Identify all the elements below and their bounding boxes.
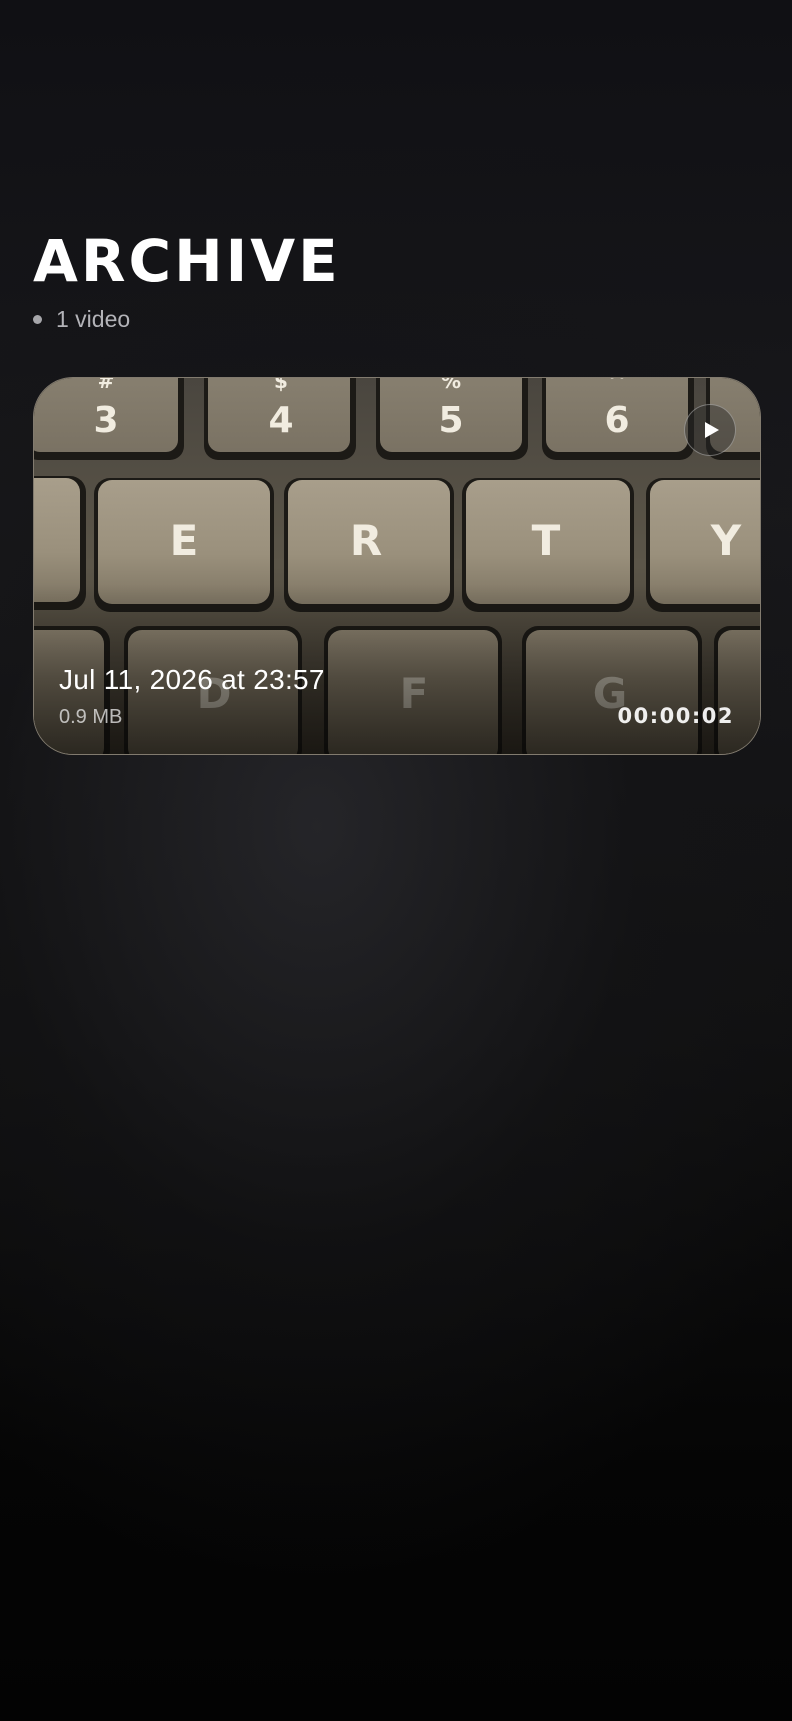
key-legend: 5 — [438, 400, 463, 441]
key-legend: T — [532, 516, 561, 565]
key-legend: $ — [274, 378, 288, 393]
video-duration: 00:00:02 — [617, 704, 734, 728]
key-legend: ^ — [609, 378, 626, 393]
thumb-top-row — [34, 378, 760, 460]
page-title: ARCHIVE — [33, 227, 341, 295]
key-legend: % — [441, 378, 461, 393]
archive-header: ARCHIVE 1 video — [33, 228, 341, 333]
play-icon — [705, 422, 719, 438]
key-legend: # — [98, 378, 115, 393]
archive-screen: ARCHIVE 1 video 3 4 5 6 # $ % ^ E R T Y … — [0, 0, 792, 1721]
bullet-dot-icon — [33, 315, 42, 324]
key-legend: Y — [710, 516, 742, 565]
video-date: Jul 11, 2026 at 23:57 — [59, 664, 325, 695]
key-legend: 4 — [268, 400, 293, 441]
key-legend: 6 — [604, 400, 629, 441]
video-card[interactable]: 3 4 5 6 # $ % ^ E R T Y D F G Jul 11, 20… — [33, 377, 761, 755]
video-file-size: 0.9 MB — [59, 706, 123, 728]
key-legend: R — [350, 516, 382, 565]
key-legend: E — [170, 516, 199, 565]
play-button[interactable] — [684, 404, 736, 456]
key-legend: 3 — [93, 400, 118, 441]
video-count: 1 video — [56, 306, 131, 332]
video-count-row: 1 video — [33, 306, 341, 333]
